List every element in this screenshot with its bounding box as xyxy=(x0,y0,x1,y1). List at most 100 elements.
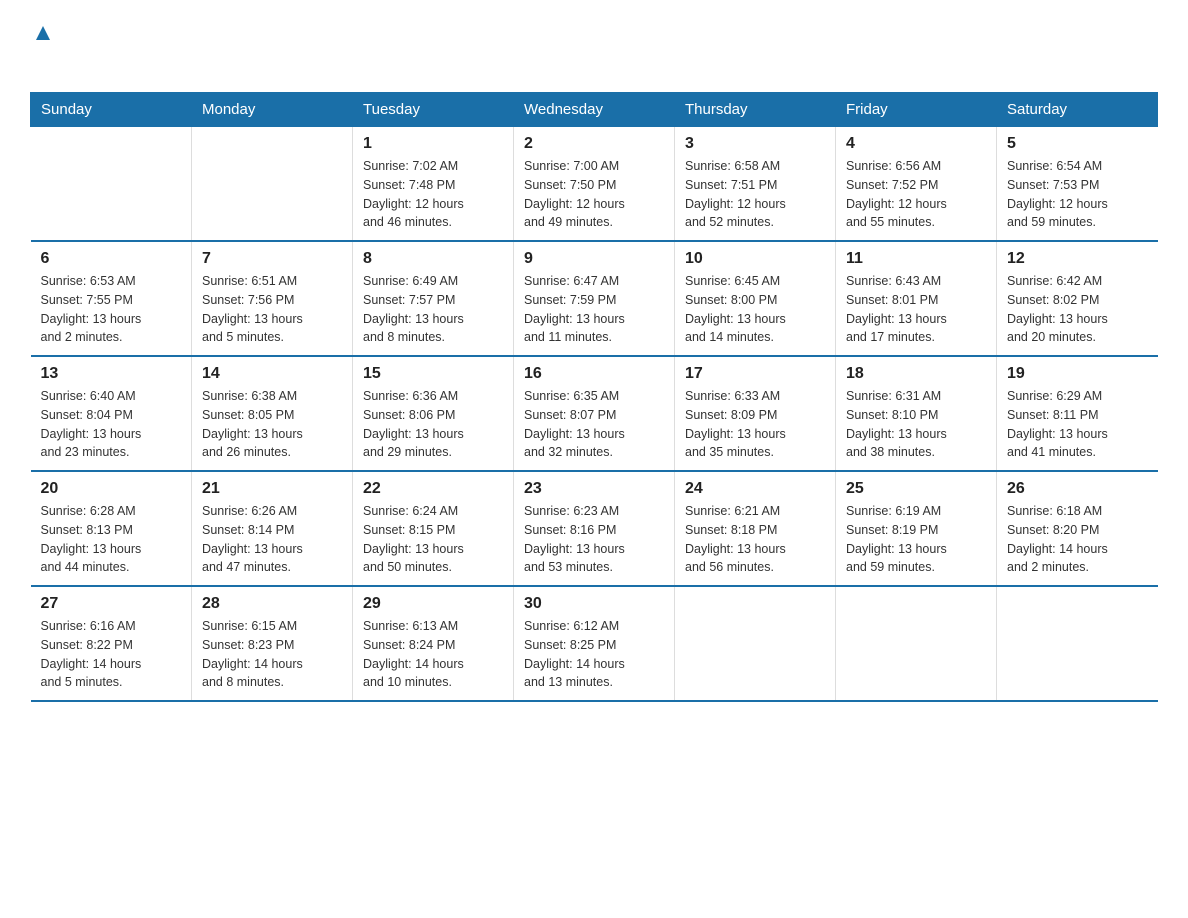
calendar-table: SundayMondayTuesdayWednesdayThursdayFrid… xyxy=(30,92,1158,702)
day-info: Sunrise: 6:24 AM Sunset: 8:15 PM Dayligh… xyxy=(363,502,503,577)
day-info: Sunrise: 6:49 AM Sunset: 7:57 PM Dayligh… xyxy=(363,272,503,347)
day-number: 8 xyxy=(363,250,503,268)
day-number: 17 xyxy=(685,365,825,383)
day-number: 4 xyxy=(846,135,986,153)
day-info: Sunrise: 6:42 AM Sunset: 8:02 PM Dayligh… xyxy=(1007,272,1148,347)
day-number: 18 xyxy=(846,365,986,383)
calendar-cell: 26 Sunrise: 6:18 AM Sunset: 8:20 PM Dayli… xyxy=(997,471,1158,586)
day-info: Sunrise: 6:58 AM Sunset: 7:51 PM Dayligh… xyxy=(685,157,825,232)
calendar-cell: 7 Sunrise: 6:51 AM Sunset: 7:56 PM Daylig… xyxy=(192,241,353,356)
calendar-week-row: 13 Sunrise: 6:40 AM Sunset: 8:04 PM Dayli… xyxy=(31,356,1158,471)
day-number: 3 xyxy=(685,135,825,153)
calendar-cell: 19Sunrise: 6:29 AM Sunset: 8:11 PM Dayli… xyxy=(997,356,1158,471)
day-number: 27 xyxy=(41,595,182,613)
day-number: 26 xyxy=(1007,480,1148,498)
calendar-cell: 15 Sunrise: 6:36 AM Sunset: 8:06 PM Dayli… xyxy=(353,356,514,471)
day-info: Sunrise: 6:23 AM Sunset: 8:16 PM Dayligh… xyxy=(524,502,664,577)
day-info: Sunrise: 6:16 AM Sunset: 8:22 PM Dayligh… xyxy=(41,617,182,692)
weekday-header-row: SundayMondayTuesdayWednesdayThursdayFrid… xyxy=(31,93,1158,127)
calendar-cell xyxy=(675,586,836,701)
day-number: 29 xyxy=(363,595,503,613)
calendar-cell: 25Sunrise: 6:19 AM Sunset: 8:19 PM Dayli… xyxy=(836,471,997,586)
calendar-cell: 2 Sunrise: 7:00 AM Sunset: 7:50 PM Daylig… xyxy=(514,127,675,242)
day-info: Sunrise: 6:35 AM Sunset: 8:07 PM Dayligh… xyxy=(524,387,664,462)
day-number: 24 xyxy=(685,480,825,498)
weekday-header-thursday: Thursday xyxy=(675,93,836,127)
day-number: 19 xyxy=(1007,365,1148,383)
day-number: 22 xyxy=(363,480,503,498)
calendar-cell: 6 Sunrise: 6:53 AM Sunset: 7:55 PM Daylig… xyxy=(31,241,192,356)
calendar-cell: 21 Sunrise: 6:26 AM Sunset: 8:14 PM Dayli… xyxy=(192,471,353,586)
calendar-cell: 8 Sunrise: 6:49 AM Sunset: 7:57 PM Daylig… xyxy=(353,241,514,356)
day-number: 16 xyxy=(524,365,664,383)
weekday-header-tuesday: Tuesday xyxy=(353,93,514,127)
calendar-cell xyxy=(192,127,353,242)
day-info: Sunrise: 6:51 AM Sunset: 7:56 PM Dayligh… xyxy=(202,272,342,347)
calendar-cell: 12 Sunrise: 6:42 AM Sunset: 8:02 PM Dayli… xyxy=(997,241,1158,356)
calendar-cell: 20Sunrise: 6:28 AM Sunset: 8:13 PM Dayli… xyxy=(31,471,192,586)
day-number: 2 xyxy=(524,135,664,153)
day-number: 5 xyxy=(1007,135,1148,153)
day-number: 21 xyxy=(202,480,342,498)
calendar-cell: 29 Sunrise: 6:13 AM Sunset: 8:24 PM Dayli… xyxy=(353,586,514,701)
weekday-header-saturday: Saturday xyxy=(997,93,1158,127)
day-info: Sunrise: 6:12 AM Sunset: 8:25 PM Dayligh… xyxy=(524,617,664,692)
day-info: Sunrise: 6:26 AM Sunset: 8:14 PM Dayligh… xyxy=(202,502,342,577)
day-info: Sunrise: 6:56 AM Sunset: 7:52 PM Dayligh… xyxy=(846,157,986,232)
calendar-cell: 4 Sunrise: 6:56 AM Sunset: 7:52 PM Daylig… xyxy=(836,127,997,242)
day-info: Sunrise: 6:21 AM Sunset: 8:18 PM Dayligh… xyxy=(685,502,825,577)
day-number: 9 xyxy=(524,250,664,268)
weekday-header-sunday: Sunday xyxy=(31,93,192,127)
calendar-cell: 17 Sunrise: 6:33 AM Sunset: 8:09 PM Dayli… xyxy=(675,356,836,471)
day-number: 7 xyxy=(202,250,342,268)
day-number: 11 xyxy=(846,250,986,268)
logo-arrow-icon xyxy=(32,22,54,44)
day-info: Sunrise: 6:38 AM Sunset: 8:05 PM Dayligh… xyxy=(202,387,342,462)
day-number: 12 xyxy=(1007,250,1148,268)
day-info: Sunrise: 7:00 AM Sunset: 7:50 PM Dayligh… xyxy=(524,157,664,232)
calendar-cell: 11 Sunrise: 6:43 AM Sunset: 8:01 PM Dayli… xyxy=(836,241,997,356)
day-info: Sunrise: 6:13 AM Sunset: 8:24 PM Dayligh… xyxy=(363,617,503,692)
day-info: Sunrise: 6:40 AM Sunset: 8:04 PM Dayligh… xyxy=(41,387,182,462)
calendar-cell: 23 Sunrise: 6:23 AM Sunset: 8:16 PM Dayli… xyxy=(514,471,675,586)
day-number: 13 xyxy=(41,365,182,383)
calendar-week-row: 20Sunrise: 6:28 AM Sunset: 8:13 PM Dayli… xyxy=(31,471,1158,586)
calendar-cell: 1 Sunrise: 7:02 AM Sunset: 7:48 PM Daylig… xyxy=(353,127,514,242)
weekday-header-monday: Monday xyxy=(192,93,353,127)
day-info: Sunrise: 6:43 AM Sunset: 8:01 PM Dayligh… xyxy=(846,272,986,347)
calendar-cell: 16 Sunrise: 6:35 AM Sunset: 8:07 PM Dayli… xyxy=(514,356,675,471)
day-number: 6 xyxy=(41,250,182,268)
calendar-cell: 9 Sunrise: 6:47 AM Sunset: 7:59 PM Daylig… xyxy=(514,241,675,356)
day-info: Sunrise: 6:15 AM Sunset: 8:23 PM Dayligh… xyxy=(202,617,342,692)
day-number: 28 xyxy=(202,595,342,613)
day-info: Sunrise: 6:36 AM Sunset: 8:06 PM Dayligh… xyxy=(363,387,503,462)
weekday-header-wednesday: Wednesday xyxy=(514,93,675,127)
day-number: 1 xyxy=(363,135,503,153)
calendar-cell xyxy=(997,586,1158,701)
day-info: Sunrise: 6:18 AM Sunset: 8:20 PM Dayligh… xyxy=(1007,502,1148,577)
day-info: Sunrise: 6:53 AM Sunset: 7:55 PM Dayligh… xyxy=(41,272,182,347)
day-number: 15 xyxy=(363,365,503,383)
calendar-week-row: 1 Sunrise: 7:02 AM Sunset: 7:48 PM Daylig… xyxy=(31,127,1158,242)
page-header xyxy=(30,20,1158,72)
day-number: 14 xyxy=(202,365,342,383)
day-info: Sunrise: 7:02 AM Sunset: 7:48 PM Dayligh… xyxy=(363,157,503,232)
calendar-week-row: 27 Sunrise: 6:16 AM Sunset: 8:22 PM Dayli… xyxy=(31,586,1158,701)
calendar-cell: 3 Sunrise: 6:58 AM Sunset: 7:51 PM Daylig… xyxy=(675,127,836,242)
day-number: 30 xyxy=(524,595,664,613)
calendar-cell xyxy=(836,586,997,701)
day-info: Sunrise: 6:31 AM Sunset: 8:10 PM Dayligh… xyxy=(846,387,986,462)
day-info: Sunrise: 6:33 AM Sunset: 8:09 PM Dayligh… xyxy=(685,387,825,462)
logo xyxy=(30,20,54,72)
day-number: 25 xyxy=(846,480,986,498)
calendar-cell: 18 Sunrise: 6:31 AM Sunset: 8:10 PM Dayli… xyxy=(836,356,997,471)
calendar-cell: 30 Sunrise: 6:12 AM Sunset: 8:25 PM Dayli… xyxy=(514,586,675,701)
calendar-cell: 27 Sunrise: 6:16 AM Sunset: 8:22 PM Dayli… xyxy=(31,586,192,701)
day-number: 10 xyxy=(685,250,825,268)
calendar-cell: 13 Sunrise: 6:40 AM Sunset: 8:04 PM Dayli… xyxy=(31,356,192,471)
calendar-cell: 22 Sunrise: 6:24 AM Sunset: 8:15 PM Dayli… xyxy=(353,471,514,586)
day-info: Sunrise: 6:47 AM Sunset: 7:59 PM Dayligh… xyxy=(524,272,664,347)
day-number: 23 xyxy=(524,480,664,498)
day-info: Sunrise: 6:54 AM Sunset: 7:53 PM Dayligh… xyxy=(1007,157,1148,232)
day-number: 20 xyxy=(41,480,182,498)
